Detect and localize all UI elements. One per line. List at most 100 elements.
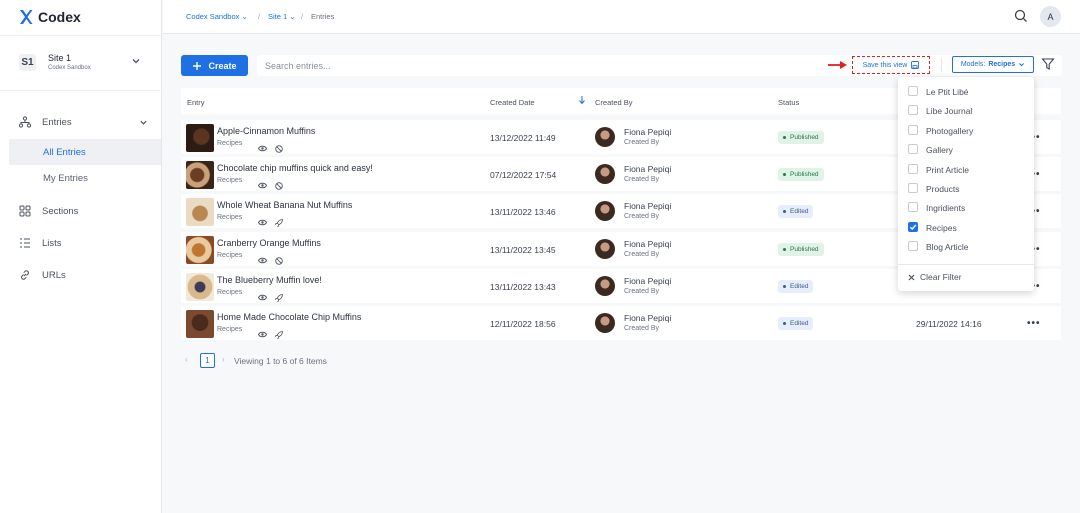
eye-icon[interactable]	[257, 213, 268, 231]
sidebar-item-sections[interactable]: Sections	[0, 200, 161, 222]
eye-icon[interactable]	[257, 325, 268, 343]
column-header-created-date[interactable]: Created Date	[490, 98, 535, 107]
model-option[interactable]: Products	[898, 179, 1034, 198]
entry-title[interactable]: Chocolate chip muffins quick and easy!	[217, 163, 373, 173]
sidebar-item-lists[interactable]: Lists	[0, 232, 161, 254]
model-option-label: Le Ptit Libé	[926, 87, 969, 97]
checkbox[interactable]	[908, 241, 918, 252]
author-name: Fiona Pepiqi	[624, 164, 672, 174]
breadcrumb-separator: /	[301, 12, 304, 21]
model-option-label: Products	[926, 184, 960, 194]
checkbox[interactable]	[908, 183, 918, 193]
create-button[interactable]: Create	[181, 55, 248, 76]
user-avatar[interactable]: A	[1040, 6, 1061, 27]
entry-title[interactable]: Apple-Cinnamon Muffins	[217, 126, 315, 136]
sidebar: Codex S1 Site 1 Codex Sandbox Entries Al…	[0, 0, 162, 513]
model-option[interactable]: Photogallery	[898, 121, 1034, 140]
rocket-icon[interactable]	[275, 326, 283, 344]
save-view-label: Save this view	[862, 61, 908, 69]
ban-icon[interactable]	[275, 140, 283, 158]
rocket-icon[interactable]	[275, 214, 283, 232]
eye-icon[interactable]	[257, 288, 268, 306]
rocket-icon[interactable]	[275, 289, 283, 307]
entry-title[interactable]: Whole Wheat Banana Nut Muffins	[217, 200, 352, 210]
save-view-button[interactable]: Save this view	[852, 56, 930, 74]
pagination-page[interactable]: 1	[200, 353, 215, 368]
checkbox[interactable]	[908, 86, 918, 96]
avatar	[595, 164, 615, 184]
created-date: 12/11/2022 18:56	[490, 319, 556, 329]
model-option[interactable]: Print Article	[898, 160, 1034, 179]
entry-model: Recipes	[217, 140, 243, 147]
breadcrumb-workspace-label: Codex Sandbox	[186, 12, 240, 21]
model-option[interactable]: Le Ptit Libé	[898, 82, 1034, 101]
checkbox[interactable]	[908, 105, 918, 116]
entry-thumbnail	[186, 310, 214, 338]
checkbox[interactable]	[908, 221, 918, 232]
entry-thumbnail	[186, 198, 214, 226]
created-date: 13/11/2022 13:45	[490, 245, 556, 255]
author-name: Fiona Pepiqi	[624, 276, 672, 286]
checkbox[interactable]	[908, 144, 918, 155]
sidebar-item-entries[interactable]: Entries	[0, 111, 161, 133]
entry-title[interactable]: The Blueberry Muffin love!	[217, 275, 322, 285]
pagination-prev-icon[interactable]: ‹	[185, 355, 188, 364]
filter-icon[interactable]	[1041, 57, 1055, 71]
ban-icon[interactable]	[275, 252, 283, 270]
list-icon	[20, 238, 30, 248]
column-header-status[interactable]: Status	[778, 98, 799, 107]
checkbox[interactable]	[908, 202, 918, 213]
checkbox[interactable]	[908, 163, 918, 174]
column-header-entry[interactable]: Entry	[187, 98, 205, 107]
clear-filter-button[interactable]: Clear Filter	[908, 272, 962, 282]
author-name: Fiona Pepiqi	[624, 313, 672, 323]
sections-icon	[19, 205, 31, 217]
sidebar-item-label: Sections	[42, 206, 79, 217]
more-actions-icon[interactable]: •••	[1027, 318, 1041, 329]
eye-icon[interactable]	[257, 176, 268, 194]
breadcrumb-workspace[interactable]: Codex Sandbox ⌄	[186, 12, 248, 21]
model-option[interactable]: Blog Article	[898, 237, 1034, 256]
author-role: Created By	[624, 325, 660, 332]
chevron-down-icon	[132, 59, 140, 64]
avatar	[595, 201, 615, 221]
eye-icon[interactable]	[257, 139, 268, 157]
site-switcher[interactable]: S1 Site 1 Codex Sandbox	[0, 35, 162, 91]
model-option[interactable]: Libe Journal	[898, 101, 1034, 120]
search-icon[interactable]	[1014, 9, 1028, 23]
model-option-label: Libe Journal	[926, 106, 973, 117]
ban-icon[interactable]	[275, 177, 283, 195]
model-option[interactable]: Gallery	[898, 140, 1034, 159]
entry-title[interactable]: Cranberry Orange Muffins	[217, 238, 321, 248]
breadcrumb-separator: /	[258, 12, 261, 21]
updated-date: 29/11/2022 14:16	[916, 319, 982, 329]
sidebar-item-label: All Entries	[43, 147, 86, 158]
app-logo[interactable]: Codex	[19, 8, 81, 26]
sidebar-item-my-entries[interactable]: My Entries	[9, 165, 161, 191]
table-row[interactable]: Home Made Chocolate Chip Muffins Recipes 1…	[181, 306, 1061, 340]
model-option[interactable]: Ingridients	[898, 198, 1034, 217]
site-badge: S1	[19, 54, 36, 71]
model-option[interactable]: Recipes	[898, 218, 1034, 237]
entry-thumbnail	[186, 161, 214, 189]
site-name: Site 1	[48, 53, 72, 63]
breadcrumb-site[interactable]: Site 1 ⌄	[268, 12, 296, 21]
entry-title[interactable]: Home Made Chocolate Chip Muffins	[217, 312, 361, 322]
checkbox[interactable]	[908, 124, 918, 135]
models-filter-button[interactable]: Models: Recipes	[952, 56, 1034, 73]
pagination-info: Viewing 1 to 6 of 6 Items	[234, 356, 327, 366]
author-role: Created By	[624, 176, 660, 183]
search-input[interactable]	[265, 59, 825, 72]
column-header-created-by[interactable]: Created By	[595, 98, 633, 107]
sidebar-item-label: My Entries	[43, 173, 88, 184]
sort-arrow-icon[interactable]	[579, 96, 585, 105]
eye-icon[interactable]	[257, 251, 268, 269]
pagination-next-icon[interactable]: ›	[222, 355, 225, 364]
sidebar-item-all-entries[interactable]: All Entries	[9, 139, 161, 165]
entry-thumbnail	[186, 236, 214, 264]
divider	[941, 58, 942, 72]
entry-model: Recipes	[217, 289, 243, 296]
sidebar-item-urls[interactable]: URLs	[0, 264, 161, 286]
entry-thumbnail	[186, 273, 214, 301]
author-role: Created By	[624, 288, 660, 295]
